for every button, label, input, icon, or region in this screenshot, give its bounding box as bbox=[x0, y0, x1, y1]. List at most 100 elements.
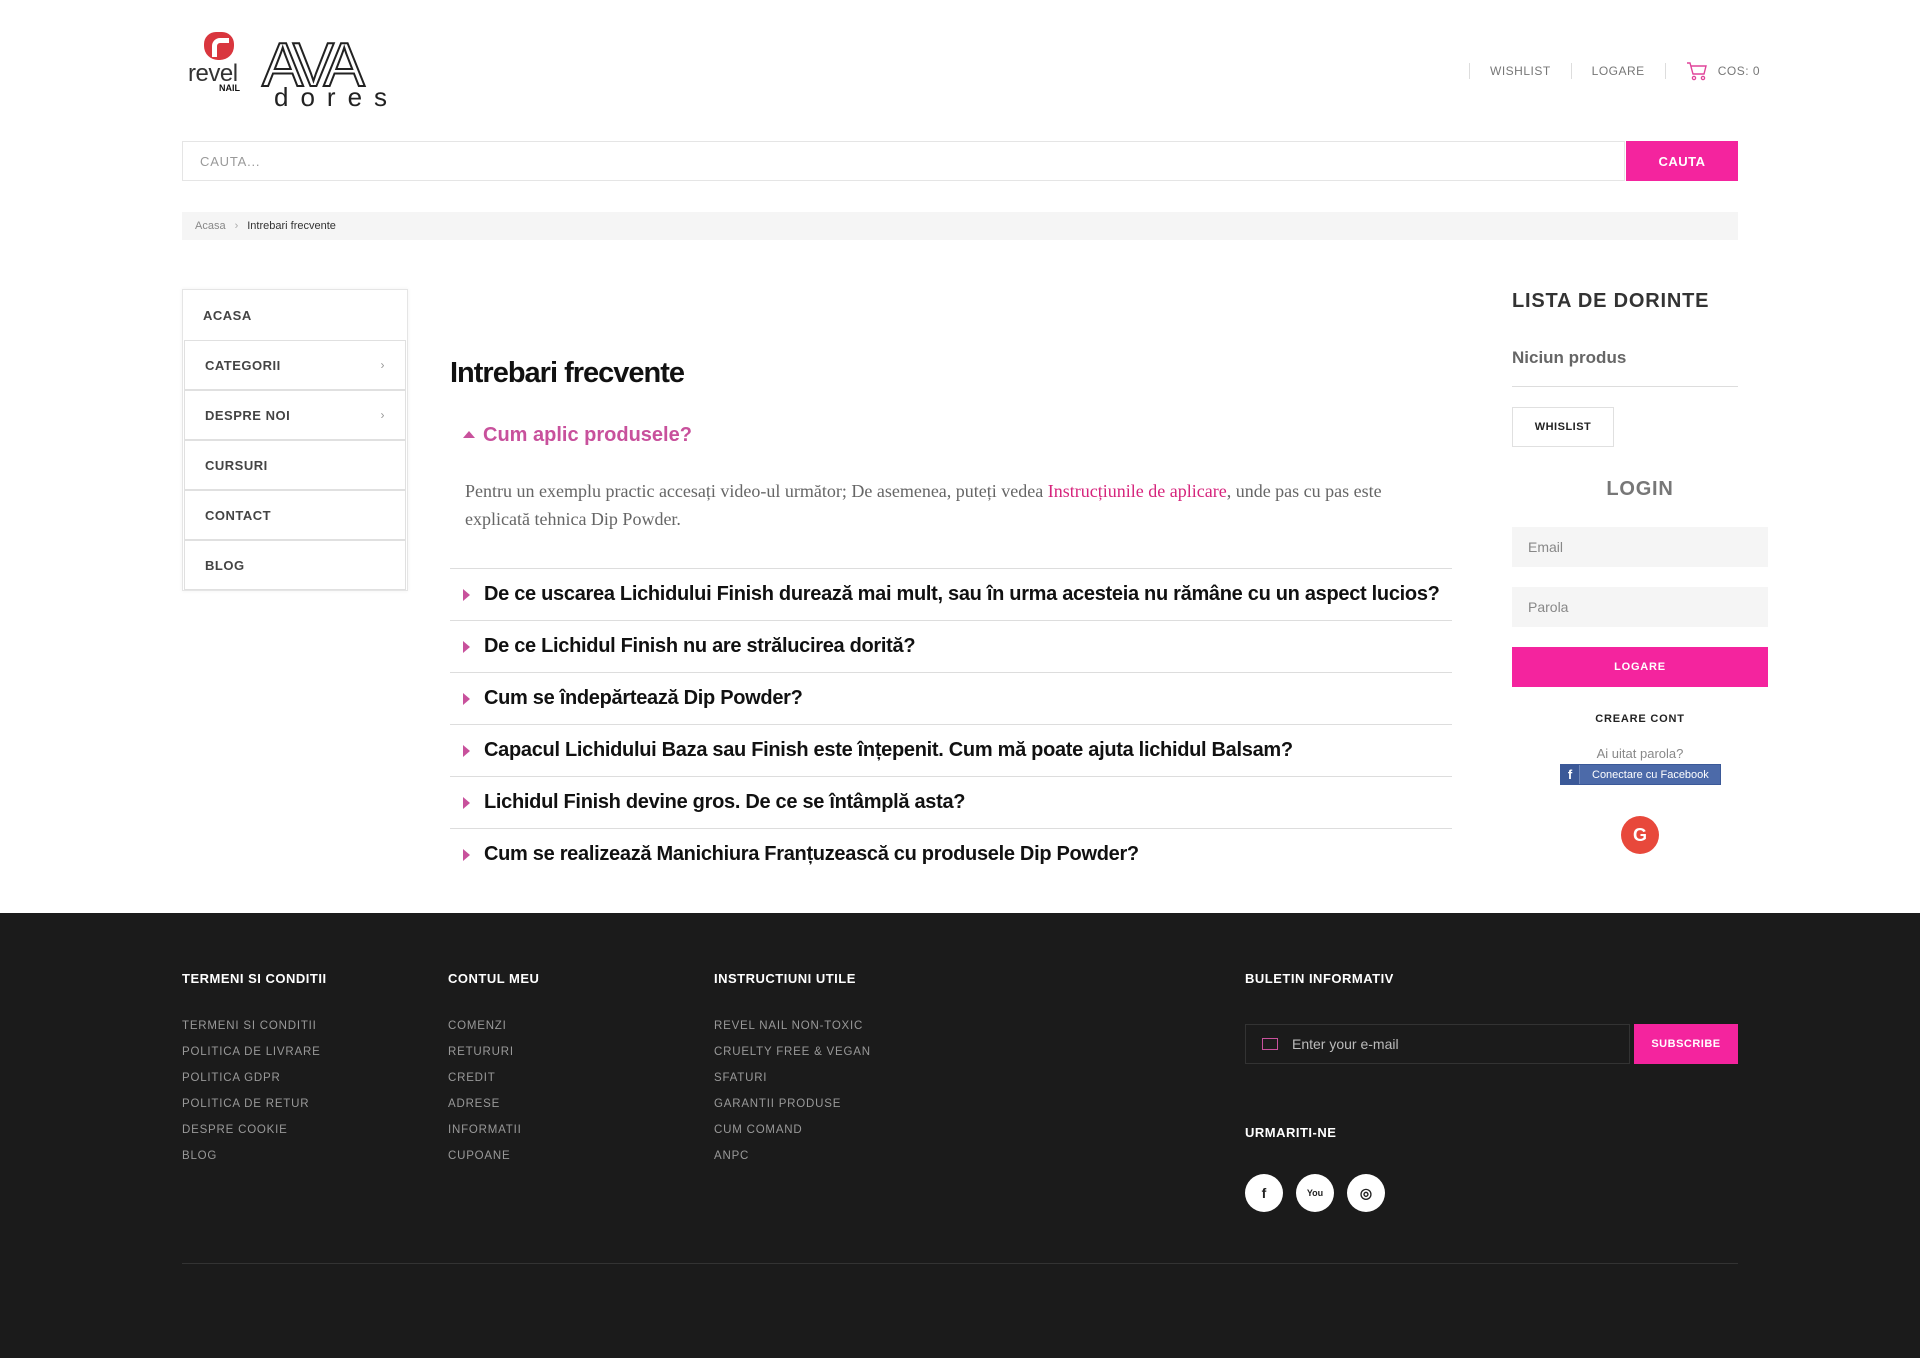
menu-item-acasa[interactable]: ACASA bbox=[183, 290, 407, 340]
footer-link[interactable]: POLITICA GDPR bbox=[182, 1065, 321, 1091]
faq-question[interactable]: De ce Lichidul Finish nu are strălucirea… bbox=[450, 620, 1452, 672]
footer-link[interactable]: ADRESE bbox=[448, 1091, 522, 1117]
subscribe-button[interactable]: SUBSCRIBE bbox=[1634, 1024, 1738, 1064]
faq-question-text: Cum se realizează Manichiura Franțuzeasc… bbox=[484, 843, 1139, 865]
cart-link[interactable]: COS: 0 bbox=[1666, 61, 1760, 81]
menu-item-despre-noi[interactable]: DESPRE NOI › bbox=[184, 390, 406, 440]
footer-col-title: CONTUL MEU bbox=[448, 971, 540, 986]
footer-link[interactable]: POLITICA DE RETUR bbox=[182, 1091, 321, 1117]
forgot-password-link[interactable]: Ai uitat parola? bbox=[1512, 746, 1768, 761]
newsletter-email-input[interactable] bbox=[1292, 1036, 1612, 1052]
facebook-icon[interactable]: f bbox=[1245, 1174, 1283, 1212]
cart-label: COS: 0 bbox=[1717, 64, 1761, 78]
footer-link[interactable]: CREDIT bbox=[448, 1065, 522, 1091]
instagram-icon[interactable]: ◎ bbox=[1347, 1174, 1385, 1212]
footer-link[interactable]: ANPC bbox=[714, 1143, 871, 1169]
caret-right-icon bbox=[463, 692, 470, 705]
instructions-link[interactable]: Instrucțiunile de aplicare bbox=[1048, 481, 1227, 501]
revel-nail-logo[interactable]: revel NAIL bbox=[186, 32, 250, 93]
footer-links-terms: TERMENI SI CONDITII POLITICA DE LIVRARE … bbox=[182, 1013, 321, 1169]
footer-link[interactable]: COMENZI bbox=[448, 1013, 522, 1039]
faq-question-open[interactable]: Cum aplic produsele? bbox=[463, 424, 692, 447]
menu-item-label: ACASA bbox=[203, 307, 252, 323]
faq-question[interactable]: De ce uscarea Lichidului Finish durează … bbox=[450, 568, 1452, 620]
footer-link[interactable]: SFATURI bbox=[714, 1065, 871, 1091]
faq-question[interactable]: Lichidul Finish devine gros. De ce se în… bbox=[450, 776, 1452, 828]
create-account-link[interactable]: CREARE CONT bbox=[1512, 713, 1768, 725]
youtube-icon[interactable]: You bbox=[1296, 1174, 1334, 1212]
footer-link[interactable]: CUPOANE bbox=[448, 1143, 522, 1169]
follow-title: URMARITI-NE bbox=[1245, 1125, 1337, 1140]
caret-right-icon bbox=[463, 744, 470, 757]
faq-question-text: Cum aplic produsele? bbox=[483, 424, 692, 446]
facebook-icon: f bbox=[1561, 765, 1580, 784]
envelope-icon bbox=[1262, 1038, 1278, 1050]
caret-right-icon bbox=[463, 640, 470, 653]
chevron-right-icon: › bbox=[380, 408, 385, 422]
google-login-button[interactable]: G bbox=[1621, 816, 1659, 854]
breadcrumb-separator-icon: › bbox=[234, 220, 239, 232]
footer-links-instructions: REVEL NAIL NON-TOXIC CRUELTY FREE & VEGA… bbox=[714, 1013, 871, 1169]
newsletter-title: BULETIN INFORMATIV bbox=[1245, 971, 1394, 986]
caret-up-icon bbox=[463, 430, 475, 438]
footer-link[interactable]: BLOG bbox=[182, 1143, 321, 1169]
faq-question-text: De ce Lichidul Finish nu are strălucirea… bbox=[484, 635, 916, 657]
ava-dores-logo[interactable]: AVA dores bbox=[261, 30, 410, 112]
footer-link[interactable]: REVEL NAIL NON-TOXIC bbox=[714, 1013, 871, 1039]
login-button[interactable]: LOGARE bbox=[1512, 647, 1768, 687]
newsletter-box bbox=[1245, 1024, 1630, 1064]
menu-item-label: CATEGORII bbox=[205, 357, 281, 373]
breadcrumb-current: Intrebari frecvente bbox=[247, 220, 336, 232]
password-field[interactable] bbox=[1512, 587, 1768, 627]
footer-link[interactable]: POLITICA DE LIVRARE bbox=[182, 1039, 321, 1065]
footer-link[interactable]: DESPRE COOKIE bbox=[182, 1117, 321, 1143]
faq-question[interactable]: Cum se îndepărtează Dip Powder? bbox=[450, 672, 1452, 724]
revel-logo-sub: NAIL bbox=[219, 83, 240, 93]
faq-question[interactable]: Cum se realizează Manichiura Franțuzeasc… bbox=[450, 828, 1452, 880]
footer-link[interactable]: TERMENI SI CONDITII bbox=[182, 1013, 321, 1039]
faq-list: De ce uscarea Lichidului Finish durează … bbox=[450, 568, 1452, 880]
login-title: LOGIN bbox=[1606, 478, 1674, 500]
faq-question-text: De ce uscarea Lichidului Finish durează … bbox=[484, 583, 1440, 605]
facebook-login-button[interactable]: f Conectare cu Facebook bbox=[1560, 764, 1721, 785]
menu-item-contact[interactable]: CONTACT bbox=[184, 490, 406, 540]
footer-col-title: INSTRUCTIUNI UTILE bbox=[714, 971, 856, 986]
footer-link[interactable]: INFORMATII bbox=[448, 1117, 522, 1143]
header-top-links: WISHLIST LOGARE COS: 0 bbox=[1469, 61, 1760, 81]
cart-icon bbox=[1686, 62, 1707, 81]
footer-link[interactable]: RETURURI bbox=[448, 1039, 522, 1065]
footer-link[interactable]: GARANTII PRODUSE bbox=[714, 1091, 871, 1117]
faq-question-text: Cum se îndepărtează Dip Powder? bbox=[484, 687, 803, 709]
menu-item-label: CONTACT bbox=[205, 507, 272, 523]
login-link[interactable]: LOGARE bbox=[1572, 64, 1665, 78]
menu-item-label: DESPRE NOI bbox=[205, 407, 291, 423]
faq-question-text: Capacul Lichidului Baza sau Finish este … bbox=[484, 739, 1293, 761]
facebook-login-label: Conectare cu Facebook bbox=[1592, 768, 1709, 781]
menu-item-blog[interactable]: BLOG bbox=[184, 540, 406, 590]
chevron-right-icon: › bbox=[380, 358, 385, 372]
breadcrumb-home[interactable]: Acasa bbox=[195, 220, 226, 232]
faq-answer-text: Pentru un exemplu practic accesați video… bbox=[465, 481, 1048, 501]
footer-link[interactable]: CRUELTY FREE & VEGAN bbox=[714, 1039, 871, 1065]
wishlist-button[interactable]: WHISLIST bbox=[1512, 407, 1614, 447]
search-input[interactable] bbox=[183, 142, 1624, 180]
caret-right-icon bbox=[463, 796, 470, 809]
search-box bbox=[182, 141, 1625, 181]
page-title: Intrebari frecvente bbox=[450, 357, 685, 389]
faq-question[interactable]: Capacul Lichidului Baza sau Finish este … bbox=[450, 724, 1452, 776]
search-button[interactable]: CAUTA bbox=[1626, 141, 1738, 181]
revel-mark-icon bbox=[204, 32, 234, 60]
breadcrumb: Acasa › Intrebari frecvente bbox=[182, 212, 1738, 240]
faq-question-text: Lichidul Finish devine gros. De ce se în… bbox=[484, 791, 966, 813]
caret-right-icon bbox=[463, 588, 470, 601]
footer-divider bbox=[182, 1263, 1738, 1264]
wishlist-title: LISTA DE DORINTE bbox=[1512, 290, 1710, 312]
footer-link[interactable]: CUM COMAND bbox=[714, 1117, 871, 1143]
menu-item-categorii[interactable]: CATEGORII › bbox=[184, 340, 406, 390]
ava-logo-sub: dores bbox=[274, 82, 400, 112]
footer-links-account: COMENZI RETURURI CREDIT ADRESE INFORMATI… bbox=[448, 1013, 522, 1169]
menu-item-cursuri[interactable]: CURSURI bbox=[184, 440, 406, 490]
email-field[interactable] bbox=[1512, 527, 1768, 567]
divider bbox=[1512, 386, 1738, 387]
wishlist-link[interactable]: WISHLIST bbox=[1470, 64, 1571, 78]
